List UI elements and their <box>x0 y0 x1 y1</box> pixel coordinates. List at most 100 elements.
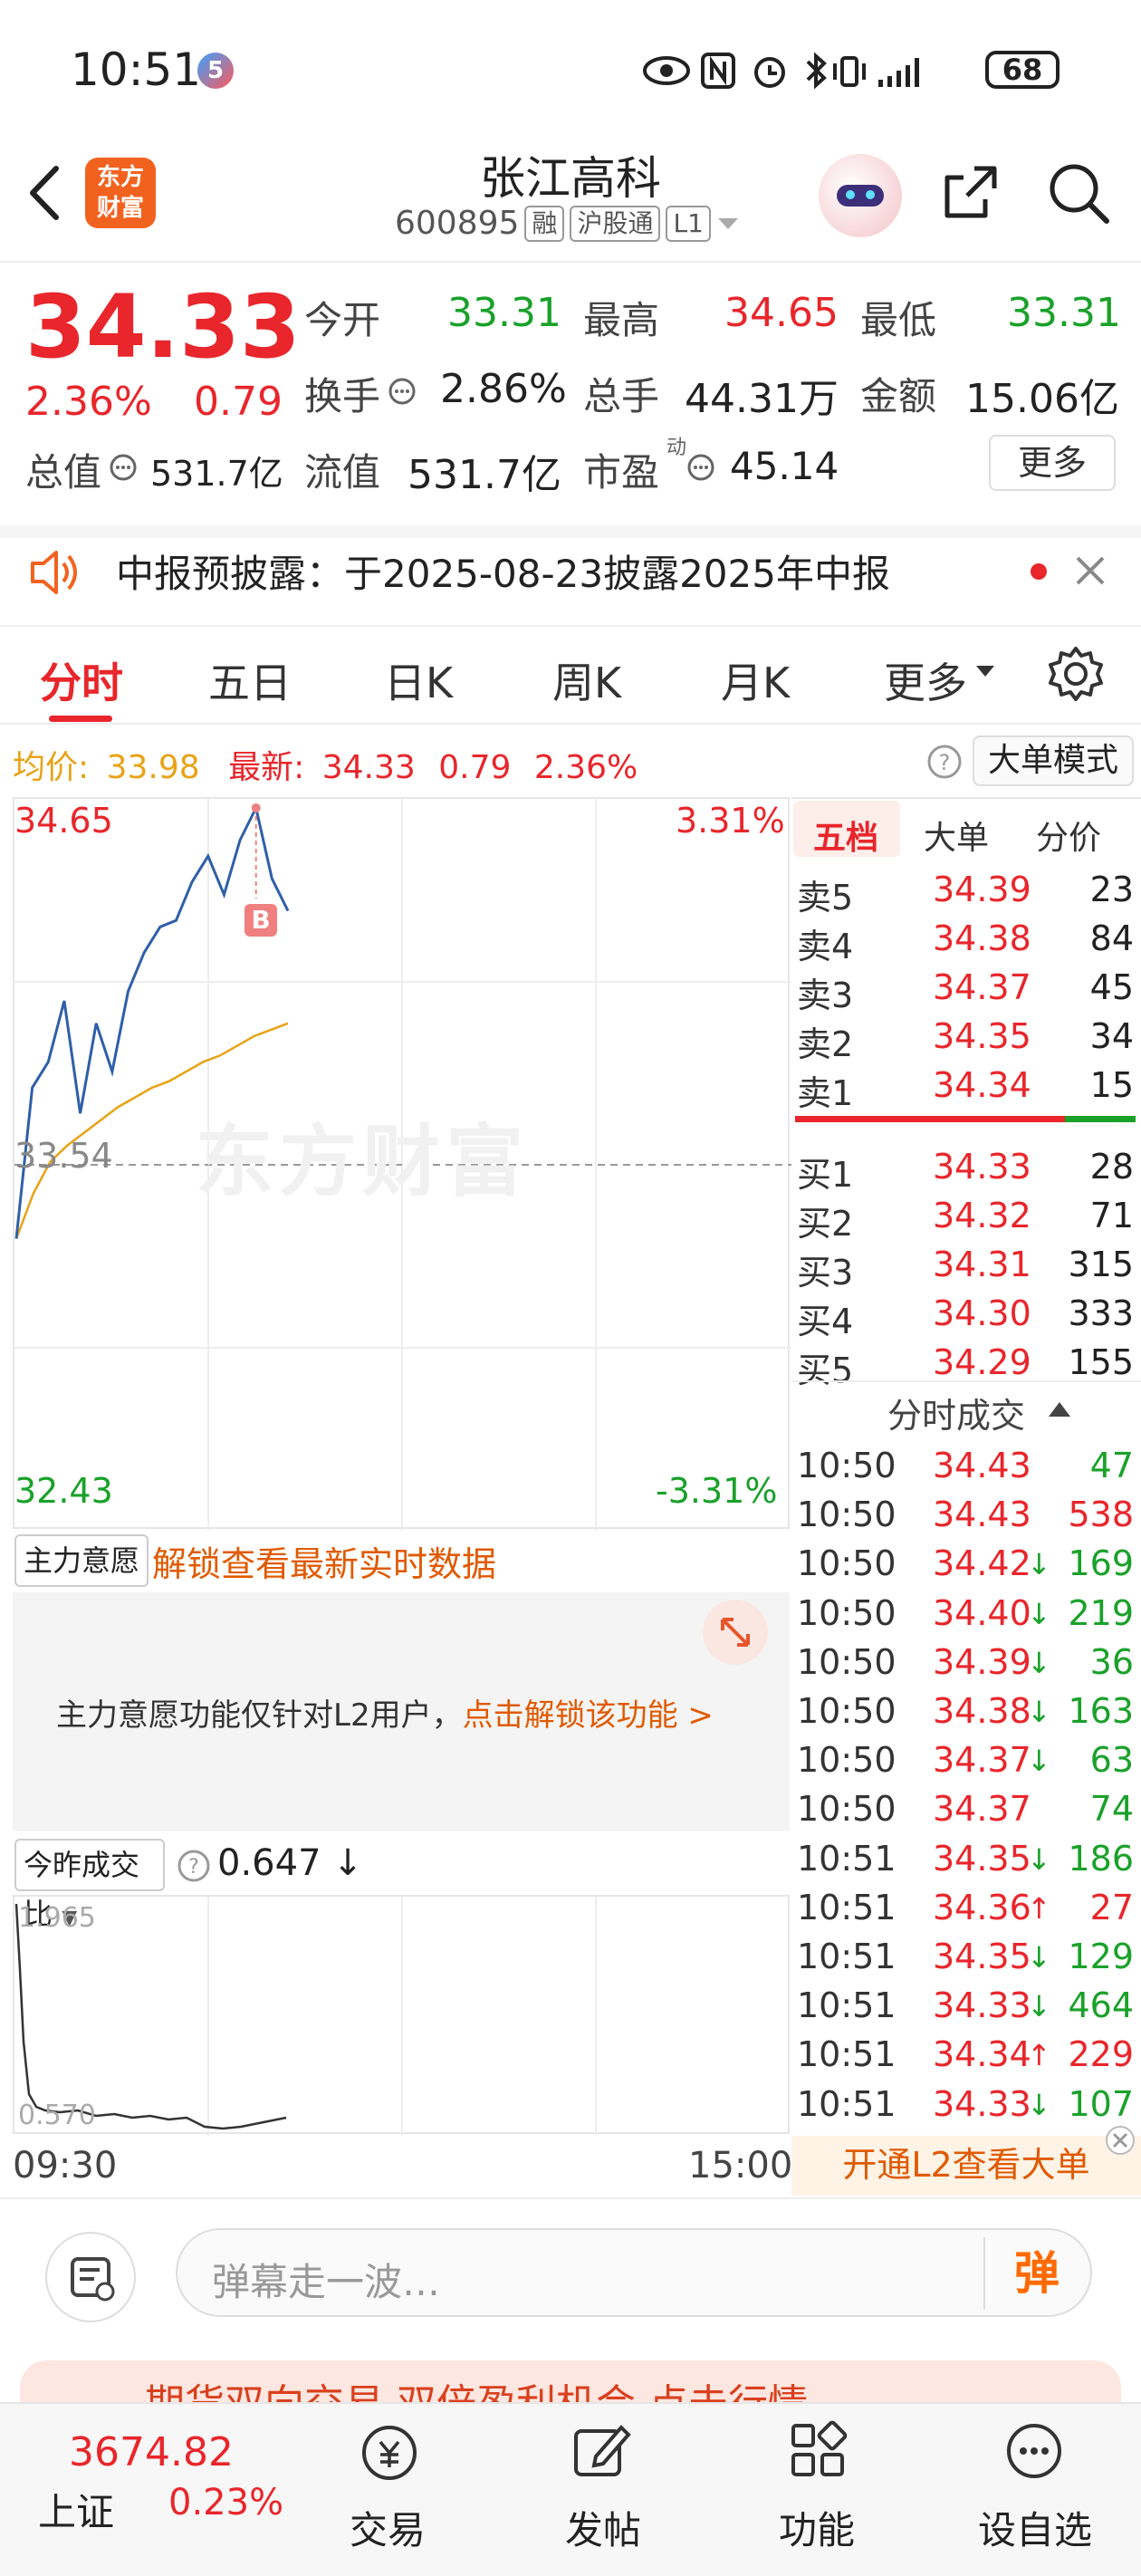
ask-row[interactable]: 卖2 34.35 34 <box>795 1016 1134 1065</box>
tick-row: 10:50 34.40 ↓ 219 <box>795 1593 1134 1642</box>
gear-icon[interactable] <box>1047 645 1105 703</box>
trade-icon[interactable] <box>353 2417 426 2489</box>
more-circle-icon[interactable] <box>998 2415 1070 2487</box>
level-tag: L1 <box>666 205 711 242</box>
ask-price: 34.35 <box>933 1016 1031 1056</box>
comment-list-button[interactable] <box>45 2232 136 2322</box>
unlock-feature-link[interactable]: 点击解锁该功能 > <box>463 1697 714 1734</box>
tick-row: 10:50 34.37 ↓ 63 <box>795 1740 1134 1789</box>
tick-time: 10:51 <box>797 1985 896 2026</box>
tick-volume: 63 <box>1089 1740 1134 1781</box>
ai-assistant-avatar[interactable] <box>819 154 902 237</box>
volume-ratio: 0.647 ↓ <box>217 1842 363 1884</box>
tab-price-dist[interactable]: 分价 <box>1036 812 1101 859</box>
ticks-header[interactable]: 分时成交 <box>887 1388 1025 1437</box>
alarm-icon <box>754 57 785 88</box>
tab-daily-k[interactable]: 日K <box>384 650 453 710</box>
stock-code: 600895 <box>395 205 520 242</box>
latest-change: 0.79 <box>438 749 512 786</box>
pe-superscript: 动 <box>666 437 687 459</box>
ask-row[interactable]: 卖3 34.37 45 <box>795 967 1134 1016</box>
tick-direction: ↓ <box>1027 2087 1051 2122</box>
help-icon[interactable]: ? <box>176 1848 212 1884</box>
share-icon[interactable] <box>938 159 1003 225</box>
nav-function[interactable]: 功能 <box>779 2500 855 2555</box>
search-icon[interactable] <box>1045 159 1114 228</box>
bid-row[interactable]: 买4 34.30 333 <box>795 1293 1134 1342</box>
tick-time: 10:51 <box>797 2034 896 2075</box>
big-order-mode-button[interactable]: 大单模式 <box>973 735 1134 786</box>
tab-five-day[interactable]: 五日 <box>208 650 292 710</box>
amount-value: 15.06亿 <box>965 376 1119 422</box>
buy-marker[interactable]: B <box>244 904 277 937</box>
status-time: 10:51 <box>71 43 202 96</box>
bluetooth-icon <box>806 52 827 90</box>
tab-big-order[interactable]: 大单 <box>924 812 989 859</box>
danmu-toggle-button[interactable]: 弹 <box>983 2237 1088 2310</box>
active-tab-indicator <box>49 716 112 722</box>
expand-icon[interactable] <box>699 1596 772 1668</box>
nav-trade[interactable]: 交易 <box>350 2500 426 2555</box>
close-icon[interactable] <box>1105 2125 1136 2156</box>
bid-ratio-bar <box>1065 1116 1136 1122</box>
tick-time: 10:50 <box>797 1543 896 1584</box>
open-l2-prompt[interactable]: 开通L2查看大单 <box>791 2136 1141 2196</box>
ask-row[interactable]: 卖1 34.34 15 <box>795 1065 1134 1114</box>
open-value: 33.31 <box>447 290 561 336</box>
bid-level: 买1 <box>797 1155 854 1195</box>
unread-dot <box>1031 563 1047 580</box>
connect-tag: 沪股通 <box>570 205 661 242</box>
list-icon <box>71 2257 115 2302</box>
watermark: 东方财富 <box>196 1117 529 1207</box>
notice-text[interactable]: 中报预披露：于2025-08-23披露2025年中报 <box>116 543 890 599</box>
bid-row[interactable]: 买2 34.32 71 <box>795 1196 1134 1245</box>
info-dots-icon[interactable] <box>388 377 417 406</box>
index-pct[interactable]: 0.23% <box>168 2482 283 2523</box>
volume-ratio-chart[interactable]: 1.965 0.570 <box>13 1895 790 2136</box>
post-icon[interactable] <box>565 2415 638 2487</box>
more-quote-button[interactable]: 更多 <box>989 435 1116 491</box>
notification-app-icon: 5 <box>197 53 234 89</box>
tick-direction: ↓ <box>1027 1989 1051 2024</box>
volume-ratio-select[interactable]: 今昨成交比 ▼ <box>14 1839 165 1931</box>
tab-weekly-k[interactable]: 周K <box>552 650 621 710</box>
ask-volume: 84 <box>1089 918 1134 958</box>
help-icon[interactable]: ? <box>925 743 964 781</box>
nav-add-watchlist[interactable]: 设自选 <box>978 2500 1092 2555</box>
ask-level: 卖2 <box>797 1024 854 1064</box>
bid-volume: 71 <box>1089 1196 1134 1235</box>
ask-row[interactable]: 卖4 34.38 84 <box>795 918 1134 967</box>
index-value[interactable]: 3674.82 <box>69 2429 234 2475</box>
tick-row: 10:51 34.34 ↑ 229 <box>795 2034 1134 2083</box>
volume-ratio-high: 1.965 <box>18 1902 96 1934</box>
nav-post[interactable]: 发帖 <box>565 2500 641 2555</box>
info-dots-icon[interactable] <box>109 453 138 482</box>
tick-price: 34.40 <box>933 1592 1031 1633</box>
bid-row[interactable]: 买5 34.29 155 <box>795 1342 1134 1391</box>
ask-row[interactable]: 卖5 34.39 23 <box>795 870 1134 918</box>
unlock-realtime-link[interactable]: 解锁查看最新实时数据 <box>152 1536 496 1586</box>
tab-monthly-k[interactable]: 月K <box>721 650 790 710</box>
intraday-chart[interactable]: 东方财富 <box>13 797 791 1531</box>
volume-value: 44.31万 <box>685 376 839 422</box>
grid-icon[interactable] <box>782 2415 855 2487</box>
tick-direction: ↓ <box>1027 1744 1051 1779</box>
tick-volume: 36 <box>1089 1641 1134 1682</box>
main-intent-select[interactable]: 主力意愿 ▼ <box>14 1534 149 1625</box>
chevron-down-icon[interactable] <box>716 215 740 233</box>
chart-high-price: 34.65 <box>14 801 113 841</box>
ask-level: 卖4 <box>797 927 854 966</box>
index-name[interactable]: 上证 <box>38 2482 114 2537</box>
tab-more[interactable]: 更多 <box>884 650 967 710</box>
bid-row[interactable]: 买3 34.31 315 <box>795 1245 1134 1293</box>
price-info-line: 均价: 33.98 最新: 34.33 0.79 2.36% <box>13 741 638 788</box>
close-icon[interactable] <box>1072 553 1108 589</box>
bid-price: 34.31 <box>933 1245 1031 1284</box>
time-axis-start: 09:30 <box>13 2145 118 2187</box>
tab-intraday[interactable]: 分时 <box>40 650 123 710</box>
info-dots-icon[interactable] <box>686 453 715 482</box>
tab-five-level[interactable]: 五档 <box>813 812 878 859</box>
tick-direction: ↓ <box>1027 1695 1051 1729</box>
status-icons <box>643 52 919 90</box>
bid-row[interactable]: 买1 34.33 28 <box>795 1147 1134 1196</box>
